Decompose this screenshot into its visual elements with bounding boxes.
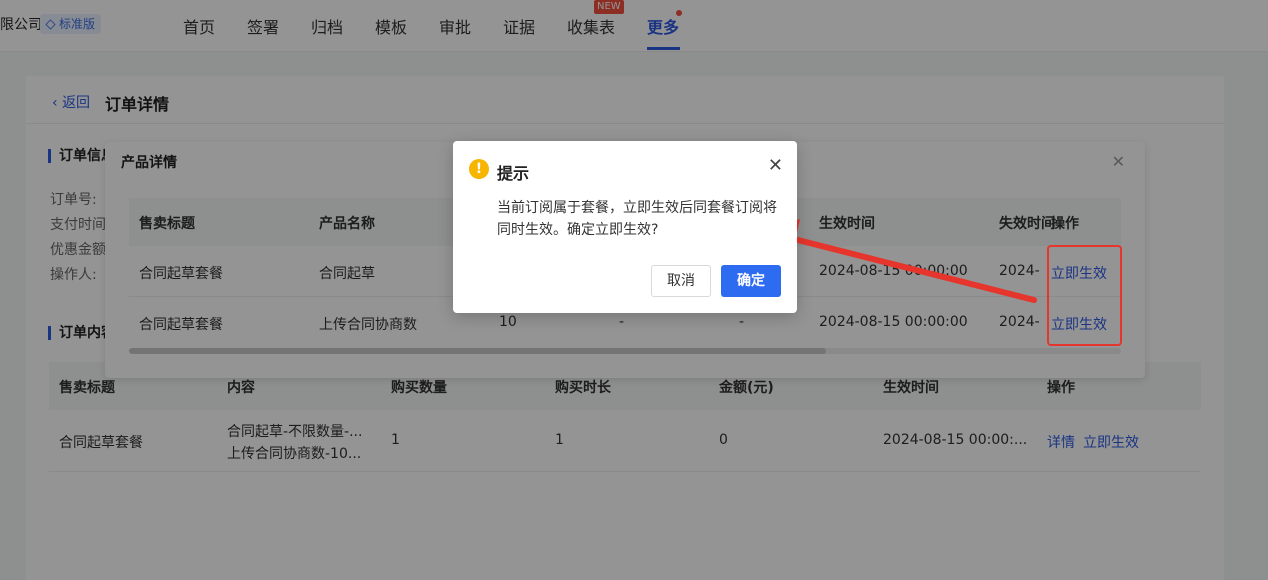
dialog-message: 当前订阅属于套餐，立即生效后同套餐订阅将同时生效。确定立即生效? [497, 200, 777, 238]
confirm-dialog: ! 提示 ✕ 当前订阅属于套餐，立即生效后同套餐订阅将同时生效。确定立即生效? … [453, 141, 797, 313]
dialog-title: 提示 [497, 164, 530, 183]
cancel-button[interactable]: 取消 [651, 265, 711, 297]
annotation-highlight-box [1047, 245, 1122, 346]
close-icon[interactable]: ✕ [768, 155, 783, 176]
warning-icon: ! [469, 159, 489, 179]
confirm-button[interactable]: 确定 [721, 265, 781, 297]
